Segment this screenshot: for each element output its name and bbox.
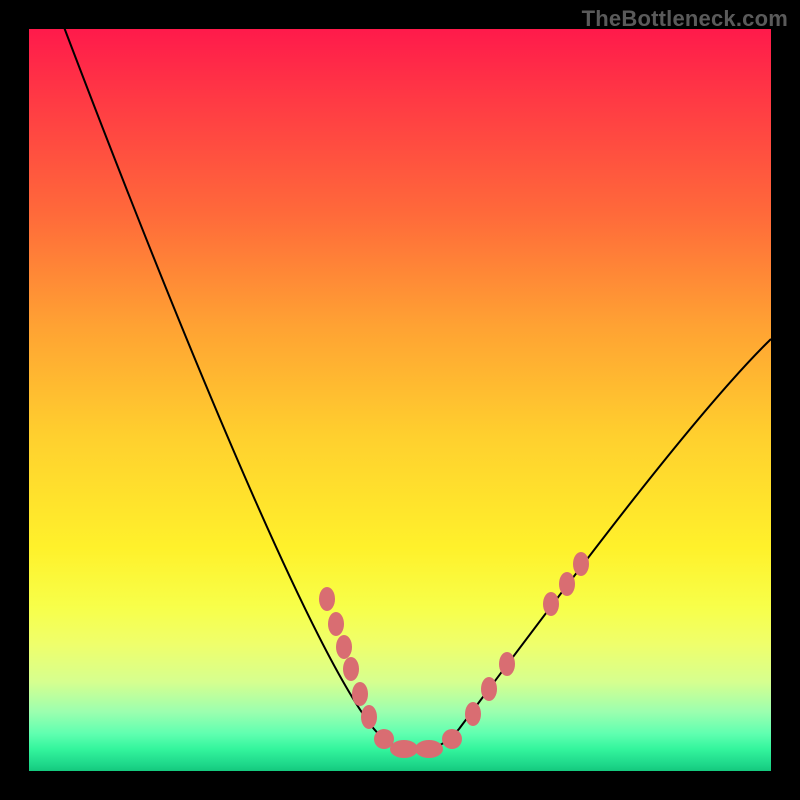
data-bead [352,682,368,706]
data-bead [328,612,344,636]
data-bead [319,587,335,611]
data-bead [481,677,497,701]
data-bead [465,702,481,726]
data-bead [336,635,352,659]
data-beads [319,552,589,758]
data-bead [343,657,359,681]
data-bead [442,729,462,749]
data-bead [543,592,559,616]
data-bead [499,652,515,676]
data-bead [415,740,443,758]
chart-frame: TheBottleneck.com [0,0,800,800]
bottleneck-curve [59,14,771,752]
watermark-text: TheBottleneck.com [582,6,788,32]
data-bead [559,572,575,596]
plot-area [29,29,771,771]
data-bead [573,552,589,576]
curve-svg [29,29,771,771]
data-bead [390,740,418,758]
data-bead [361,705,377,729]
